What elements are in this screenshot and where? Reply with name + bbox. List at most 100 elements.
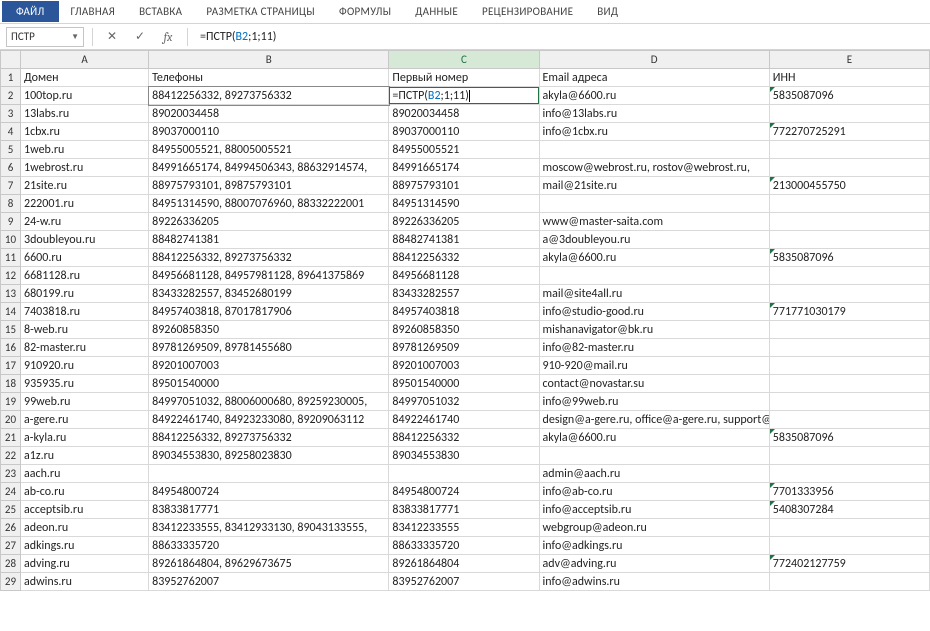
cell[interactable]: 84956681128, 84957981128, 89641375869: [149, 267, 389, 285]
cell[interactable]: [539, 195, 769, 213]
cell[interactable]: 88975793101: [389, 177, 539, 195]
cell[interactable]: 89260858350: [389, 321, 539, 339]
row-header[interactable]: 16: [1, 339, 21, 357]
cell[interactable]: a-kyla.ru: [21, 429, 149, 447]
row-header[interactable]: 1: [1, 69, 21, 87]
cell[interactable]: 84997051032, 88006000680, 89259230005,: [149, 393, 389, 411]
cell[interactable]: 84954800724: [149, 483, 389, 501]
cell[interactable]: moscow@webrost.ru, rostov@webrost.ru,: [539, 159, 769, 177]
cell[interactable]: webgroup@adeon.ru: [539, 519, 769, 537]
row-header[interactable]: 29: [1, 573, 21, 591]
cell[interactable]: 88412256332: [389, 249, 539, 267]
row-header[interactable]: 2: [1, 87, 21, 105]
cell[interactable]: akyla@6600.ru: [539, 429, 769, 447]
cell[interactable]: info@13labs.ru: [539, 105, 769, 123]
cell[interactable]: [769, 573, 929, 591]
cell[interactable]: info@82-master.ru: [539, 339, 769, 357]
cell[interactable]: info@adwins.ru: [539, 573, 769, 591]
cell[interactable]: [769, 267, 929, 285]
cell[interactable]: 935935.ru: [21, 375, 149, 393]
cell[interactable]: 84991665174, 84994506343, 88632914574,: [149, 159, 389, 177]
cell[interactable]: adv@adving.ru: [539, 555, 769, 573]
cell[interactable]: 82-master.ru: [21, 339, 149, 357]
col-header-A[interactable]: A: [21, 51, 149, 69]
cell[interactable]: akyla@6600.ru: [539, 249, 769, 267]
cell[interactable]: 84991665174: [389, 159, 539, 177]
cell[interactable]: contact@novastar.su: [539, 375, 769, 393]
cell[interactable]: Email адреса: [539, 69, 769, 87]
cell[interactable]: 88412256332, 89273756332: [149, 87, 389, 105]
cell[interactable]: 84955005521: [389, 141, 539, 159]
cell[interactable]: [769, 537, 929, 555]
cell[interactable]: 772270725291: [769, 123, 929, 141]
row-header[interactable]: 27: [1, 537, 21, 555]
cell[interactable]: 88412256332, 89273756332: [149, 249, 389, 267]
cell[interactable]: [769, 231, 929, 249]
cell[interactable]: 222001.ru: [21, 195, 149, 213]
cell[interactable]: a1z.ru: [21, 447, 149, 465]
cell[interactable]: info@ab-co.ru: [539, 483, 769, 501]
cell[interactable]: 83833817771: [149, 501, 389, 519]
cell[interactable]: 910920.ru: [21, 357, 149, 375]
cell[interactable]: 1cbx.ru: [21, 123, 149, 141]
tab-file[interactable]: ФАЙЛ: [2, 1, 59, 22]
cell[interactable]: [769, 159, 929, 177]
cell[interactable]: [769, 321, 929, 339]
row-header[interactable]: 14: [1, 303, 21, 321]
cell[interactable]: 89034553830, 89258023830: [149, 447, 389, 465]
row-header[interactable]: 23: [1, 465, 21, 483]
row-header[interactable]: 15: [1, 321, 21, 339]
cell[interactable]: 910-920@mail.ru: [539, 357, 769, 375]
cell[interactable]: 83952762007: [389, 573, 539, 591]
cell[interactable]: akyla@6600.ru: [539, 87, 769, 105]
cell[interactable]: 88482741381: [389, 231, 539, 249]
row-header[interactable]: 9: [1, 213, 21, 231]
row-header[interactable]: 10: [1, 231, 21, 249]
tab-insert[interactable]: ВСТАВКА: [127, 1, 194, 22]
cell[interactable]: [769, 213, 929, 231]
cell[interactable]: 89261864804, 89629673675: [149, 555, 389, 573]
cell[interactable]: 89501540000: [149, 375, 389, 393]
cell[interactable]: ИНН: [769, 69, 929, 87]
cell[interactable]: 89261864804: [389, 555, 539, 573]
row-header[interactable]: 26: [1, 519, 21, 537]
tab-data[interactable]: ДАННЫЕ: [403, 1, 470, 22]
cell[interactable]: [149, 465, 389, 483]
cell[interactable]: 99web.ru: [21, 393, 149, 411]
cell[interactable]: mail@site4all.ru: [539, 285, 769, 303]
tab-review[interactable]: РЕЦЕНЗИРОВАНИЕ: [470, 1, 585, 22]
cell[interactable]: 84955005521, 88005005521: [149, 141, 389, 159]
row-header[interactable]: 13: [1, 285, 21, 303]
cell[interactable]: 5408307284: [769, 501, 929, 519]
tab-page-layout[interactable]: РАЗМЕТКА СТРАНИЦЫ: [194, 1, 327, 22]
cell[interactable]: adving.ru: [21, 555, 149, 573]
cell[interactable]: Первый номер: [389, 69, 539, 87]
row-header[interactable]: 17: [1, 357, 21, 375]
cell[interactable]: mail@21site.ru: [539, 177, 769, 195]
cell[interactable]: 772402127759: [769, 555, 929, 573]
row-header[interactable]: 6: [1, 159, 21, 177]
cell[interactable]: adwins.ru: [21, 573, 149, 591]
cell[interactable]: 84951314590: [389, 195, 539, 213]
row-header[interactable]: 20: [1, 411, 21, 429]
cell[interactable]: 83433282557, 83452680199: [149, 285, 389, 303]
tab-formulas[interactable]: ФОРМУЛЫ: [327, 1, 403, 22]
cell[interactable]: [539, 141, 769, 159]
cell[interactable]: [769, 447, 929, 465]
row-header[interactable]: 12: [1, 267, 21, 285]
cell[interactable]: 6681128.ru: [21, 267, 149, 285]
select-all-corner[interactable]: [1, 51, 21, 69]
cell[interactable]: www@master-saita.com: [539, 213, 769, 231]
col-header-B[interactable]: B: [149, 51, 389, 69]
cell[interactable]: info@studio-good.ru: [539, 303, 769, 321]
cell[interactable]: 7701333956: [769, 483, 929, 501]
cell[interactable]: adkings.ru: [21, 537, 149, 555]
fx-icon[interactable]: fx: [157, 27, 179, 47]
row-header[interactable]: 11: [1, 249, 21, 267]
cell[interactable]: 83412233555: [389, 519, 539, 537]
tab-home[interactable]: ГЛАВНАЯ: [59, 1, 128, 22]
cell[interactable]: 5835087096: [769, 429, 929, 447]
cell[interactable]: 84922461740, 84923233080, 89209063112: [149, 411, 389, 429]
tab-view[interactable]: ВИД: [585, 1, 630, 22]
row-header[interactable]: 28: [1, 555, 21, 573]
